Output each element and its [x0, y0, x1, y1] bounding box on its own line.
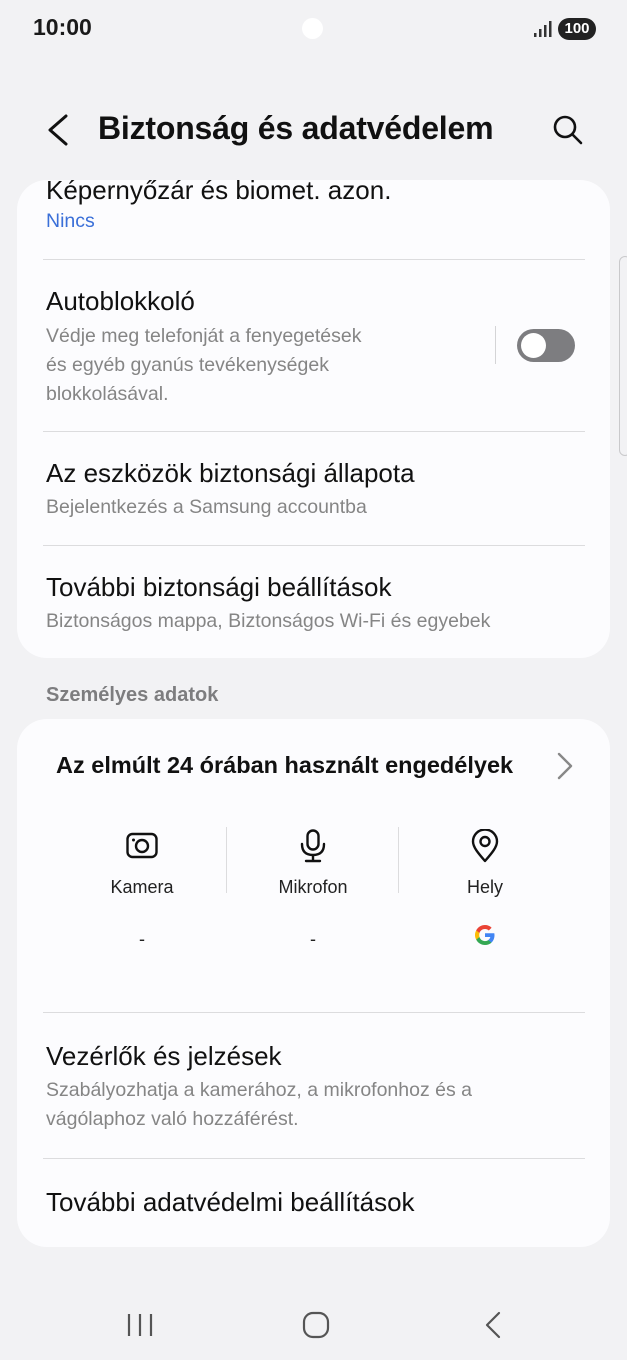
status-time: 10:00 [33, 14, 92, 40]
camera-icon [126, 832, 158, 859]
permissions-used-header[interactable]: Az elmúlt 24 órában használt engedélyek [17, 719, 610, 809]
front-camera-cutout [302, 18, 323, 39]
row-subtitle-line: vágólaphoz való hozzáférést. [46, 1108, 299, 1130]
list-item-screen-lock[interactable]: Képernyőzár és biomet. azon. Nincs [17, 180, 610, 260]
app-header: Biztonság és adatvédelem [0, 100, 627, 160]
back-chevron-icon [48, 114, 68, 146]
row-subtitle-line: blokkolásával. [46, 383, 169, 405]
status-bar: 10:00 100 [0, 0, 627, 60]
permission-usage: - [139, 929, 145, 949]
page-title: Biztonság és adatvédelem [98, 110, 494, 146]
recent-apps-icon[interactable] [124, 1310, 156, 1340]
list-item-more-privacy-settings[interactable]: További adatvédelmi beállítások [17, 1159, 610, 1247]
row-subtitle-line: és egyéb gyanús tevékenységek [46, 354, 329, 376]
google-icon [475, 925, 495, 945]
permission-label: Hely [466, 877, 503, 897]
toggle-separator [495, 326, 496, 364]
home-icon[interactable] [301, 1309, 331, 1341]
row-subtitle: Nincs [46, 210, 95, 232]
row-title: További biztonsági beállítások [46, 572, 392, 602]
autoblocker-toggle[interactable] [517, 329, 575, 362]
list-item-more-security-settings[interactable]: További biztonsági beállítások Biztonság… [17, 546, 610, 658]
section-header-personal-data: Személyes adatok [46, 684, 219, 706]
permissions-title: Az elmúlt 24 órában használt engedélyek [56, 752, 514, 778]
permission-label: Kamera [110, 877, 174, 897]
list-item-device-security-status[interactable]: Az eszközök biztonsági állapota Bejelent… [17, 432, 610, 546]
permission-microphone[interactable]: Mikrofon - [228, 829, 398, 949]
row-subtitle-line: Szabályozhatja a kamerához, a mikrofonho… [46, 1079, 472, 1101]
row-title: További adatvédelmi beállítások [46, 1187, 415, 1217]
permission-label: Mikrofon [278, 877, 348, 897]
permission-location[interactable]: Hely [400, 829, 570, 945]
row-title: Autoblokkoló [46, 286, 195, 316]
row-subtitle: Biztonságos mappa, Biztonságos Wi-Fi és … [46, 610, 491, 632]
chevron-right-icon [557, 752, 573, 780]
permission-camera[interactable]: Kamera - [57, 829, 227, 949]
permission-usage: - [310, 929, 316, 949]
microphone-icon [300, 829, 326, 863]
back-button[interactable] [40, 108, 76, 152]
row-title: Képernyőzár és biomet. azon. [46, 180, 392, 205]
back-icon[interactable] [481, 1308, 505, 1342]
toggle-knob [521, 333, 546, 358]
battery-icon: 100 [558, 18, 596, 40]
column-separator [398, 827, 399, 893]
row-subtitle-line: Védje meg telefonját a fenyegetések [46, 325, 362, 347]
privacy-card: Az elmúlt 24 órában használt engedélyek … [17, 719, 610, 1247]
row-title: Az eszközök biztonsági állapota [46, 458, 415, 488]
list-item-controls-and-alerts[interactable]: Vezérlők és jelzések Szabályozhatja a ka… [17, 1013, 610, 1157]
security-card: Képernyőzár és biomet. azon. Nincs Autob… [17, 180, 610, 658]
column-separator [226, 827, 227, 893]
search-icon [553, 115, 583, 145]
navigation-bar [0, 1290, 627, 1360]
signal-icon [534, 21, 552, 37]
location-pin-icon [471, 829, 499, 863]
search-button[interactable] [548, 110, 588, 150]
row-subtitle: Bejelentkezés a Samsung accountba [46, 496, 367, 518]
scrollbar-handle[interactable] [619, 256, 627, 456]
row-title: Vezérlők és jelzések [46, 1041, 282, 1071]
